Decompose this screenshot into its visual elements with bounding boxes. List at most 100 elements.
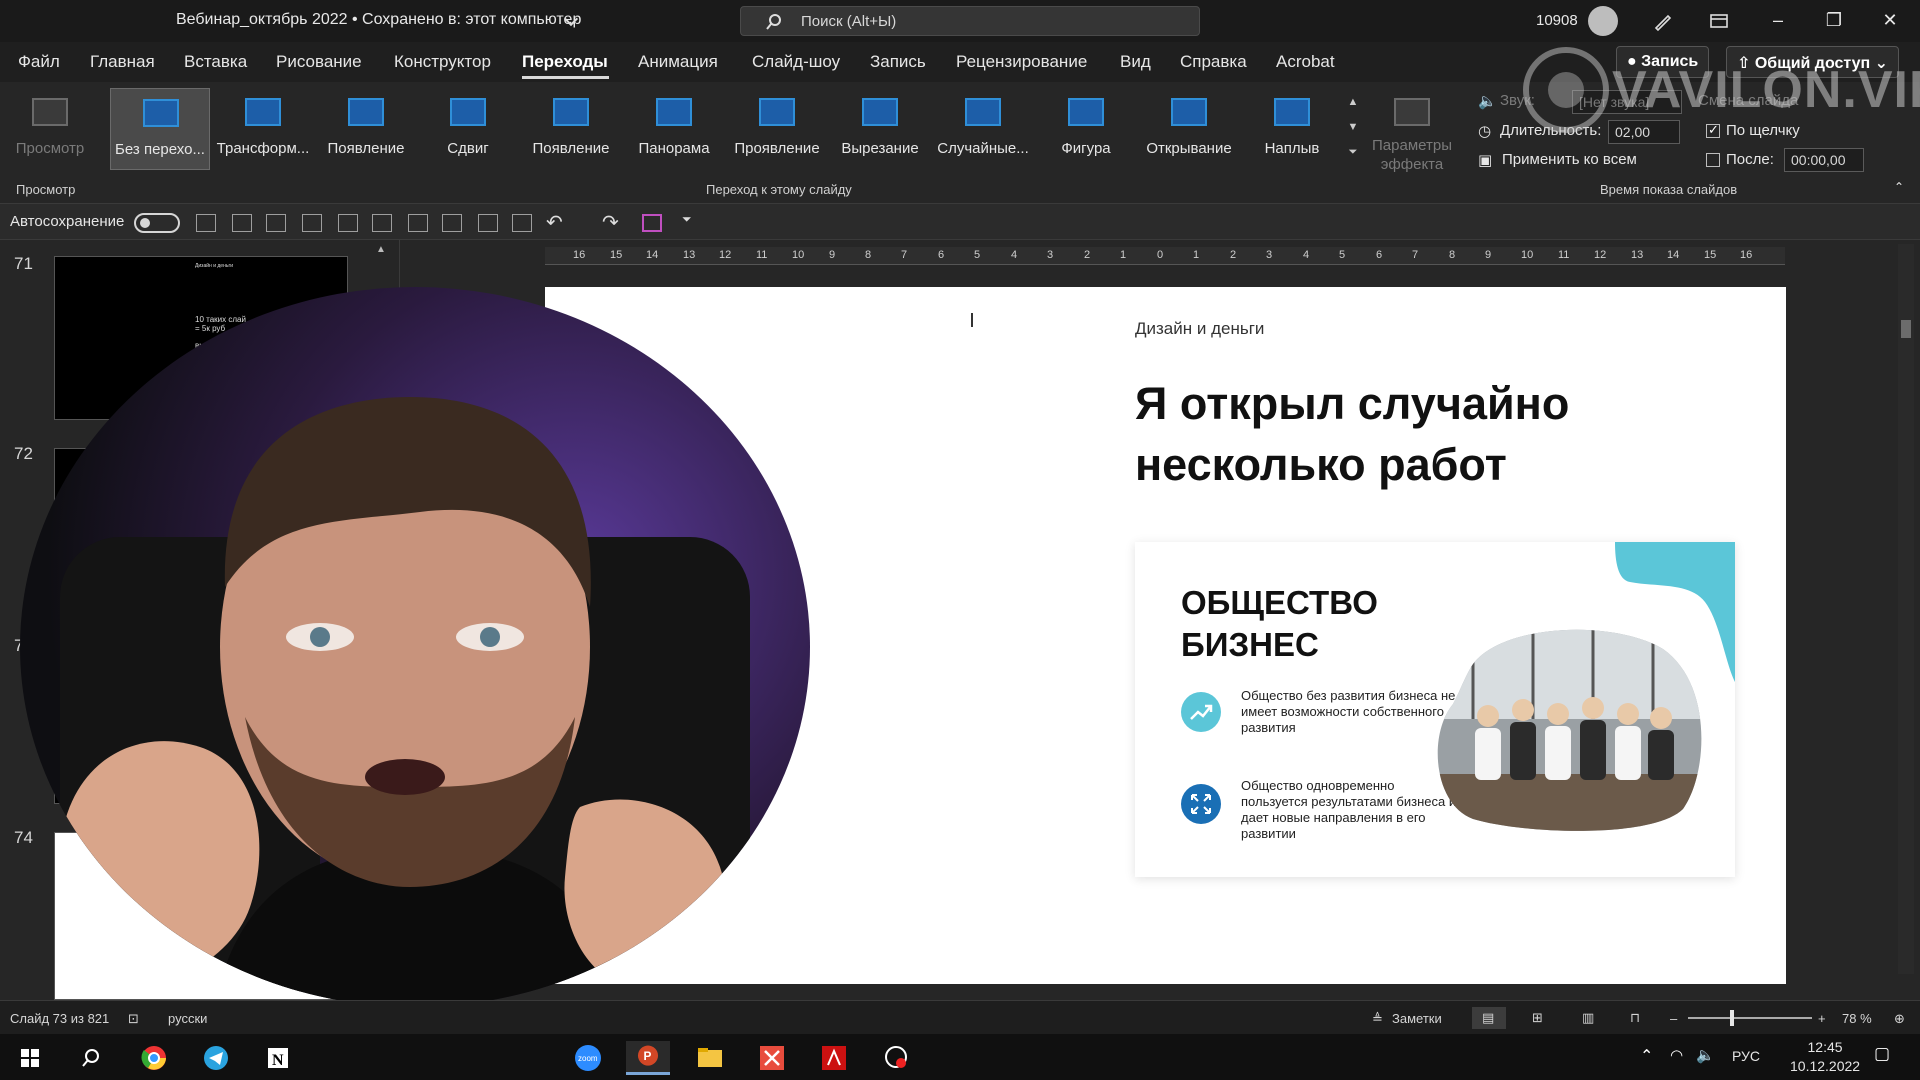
duration-field[interactable]: 02,00 (1608, 120, 1680, 144)
zoom-in-icon[interactable]: + (1818, 1011, 1826, 1026)
reading-view-button[interactable]: ▥ (1572, 1007, 1606, 1029)
search-icon[interactable] (68, 1041, 112, 1075)
transition-uncover[interactable]: Открывание (1139, 88, 1239, 170)
distribute-horizontal-icon[interactable] (512, 214, 532, 232)
align-right-icon[interactable] (372, 214, 392, 232)
zoom-out-icon[interactable]: – (1670, 1011, 1677, 1026)
search-box[interactable]: Поиск (Alt+Ы) (740, 6, 1200, 36)
transition-random-bars[interactable]: Случайные... (933, 88, 1033, 170)
slide-kicker[interactable]: Дизайн и деньги (1135, 319, 1264, 339)
zoom-slider[interactable] (1688, 1017, 1812, 1019)
tab-help[interactable]: Справка (1180, 52, 1247, 72)
share-button[interactable]: ⇧ Общий доступ ⌄ (1726, 46, 1900, 78)
align-center-icon[interactable] (442, 214, 462, 232)
arrange-icon[interactable] (196, 214, 216, 232)
autosave-toggle[interactable] (134, 213, 180, 233)
ribbon-display-icon[interactable] (1708, 10, 1730, 32)
close-icon[interactable]: ✕ (1878, 8, 1902, 32)
transition-cover[interactable]: Наплыв (1242, 88, 1342, 170)
tab-record[interactable]: Запись (870, 52, 926, 72)
language-indicator[interactable]: русски (168, 1011, 207, 1026)
slide-headline[interactable]: Я открыл случайно несколько работ (1135, 373, 1695, 495)
screen-recorder-icon[interactable] (874, 1041, 918, 1075)
zoom-icon[interactable]: zoom (566, 1041, 610, 1075)
scrollbar-thumb[interactable] (1901, 320, 1911, 338)
zoom-slider-thumb[interactable] (1730, 1010, 1734, 1026)
chrome-icon[interactable] (132, 1041, 176, 1075)
file-explorer-icon[interactable] (688, 1041, 732, 1075)
save-icon[interactable] (642, 214, 662, 232)
redo-icon[interactable]: ↷ (602, 210, 619, 235)
restore-icon[interactable]: ❐ (1822, 8, 1846, 32)
tab-draw[interactable]: Рисование (276, 52, 362, 72)
acrobat-icon[interactable] (812, 1041, 856, 1075)
slideshow-button[interactable]: ⊓ (1620, 1007, 1654, 1029)
ruler-tick: 8 (865, 249, 872, 261)
on-click-checkbox[interactable] (1706, 122, 1720, 138)
pen-icon[interactable] (1652, 10, 1674, 32)
volume-icon[interactable]: 🔈 (1696, 1046, 1715, 1064)
transition-wipe[interactable]: Появление (521, 88, 621, 170)
transition-none[interactable]: Без перехо... (110, 88, 210, 170)
apply-all-button[interactable]: Применить ко всем (1502, 151, 1637, 168)
notifications-icon[interactable]: ▢ (1874, 1044, 1890, 1064)
record-button[interactable]: ● Запись (1616, 46, 1710, 78)
preview-button[interactable]: Просмотр (0, 88, 100, 170)
customize-qat-icon[interactable]: ⏷ (682, 212, 692, 227)
tab-review[interactable]: Рецензирование (956, 52, 1087, 72)
notion-icon[interactable]: N (256, 1041, 300, 1075)
thumbs-scrollbar[interactable]: ▲ (376, 244, 390, 258)
after-checkbox[interactable] (1706, 153, 1720, 167)
align-left-icon[interactable] (338, 214, 358, 232)
align-bottom-icon[interactable] (302, 214, 322, 232)
distribute-vertical-icon[interactable] (478, 214, 498, 232)
effect-options-button[interactable]: Параметры эффекта (1362, 88, 1462, 173)
tab-acrobat[interactable]: Acrobat (1276, 52, 1335, 72)
collapse-ribbon-icon[interactable]: ⌃ (1894, 180, 1904, 194)
document-title[interactable]: Вебинар_октябрь 2022 • Сохранено в: этот… (176, 11, 581, 29)
tab-home[interactable]: Главная (90, 52, 155, 72)
zoom-level[interactable]: 78 % (1842, 1011, 1872, 1026)
align-middle-icon[interactable] (408, 214, 428, 232)
tab-file[interactable]: Файл (18, 52, 60, 72)
normal-view-button[interactable]: ▤ (1472, 1007, 1506, 1029)
xmind-icon[interactable] (750, 1041, 794, 1075)
tab-view[interactable]: Вид (1120, 52, 1151, 72)
transition-fade[interactable]: Появление (316, 88, 416, 170)
accessibility-icon[interactable]: ⊡ (128, 1011, 139, 1027)
tab-design[interactable]: Конструктор (394, 52, 491, 72)
tab-transitions[interactable]: Переходы (522, 52, 608, 72)
after-field[interactable]: 00:00,00 (1784, 148, 1864, 172)
transition-cut[interactable]: Вырезание (830, 88, 930, 170)
tray-chevron-icon[interactable]: ⌃ (1640, 1046, 1653, 1066)
keyboard-language[interactable]: РУС (1732, 1048, 1760, 1064)
notes-button[interactable]: Заметки (1392, 1011, 1442, 1026)
system-clock[interactable]: 12:45 10.12.2022 (1790, 1038, 1860, 1076)
record-label: Запись (1641, 53, 1699, 70)
minimize-icon[interactable]: – (1766, 8, 1790, 32)
group-icon[interactable] (232, 214, 252, 232)
avatar[interactable] (1588, 6, 1618, 36)
wifi-icon[interactable]: ◠ (1670, 1046, 1683, 1064)
undo-icon[interactable]: ↶ (546, 210, 563, 235)
fit-slide-icon[interactable]: ⊕ (1894, 1011, 1905, 1027)
embedded-slide-image[interactable]: ОБЩЕСТВО БИЗНЕС Общество без развития би… (1135, 542, 1735, 877)
tab-insert[interactable]: Вставка (184, 52, 247, 72)
transition-reveal[interactable]: Проявление (727, 88, 827, 170)
slide-sorter-button[interactable]: ⊞ (1522, 1007, 1556, 1029)
ruler-tick: 7 (1412, 249, 1419, 261)
transition-morph[interactable]: Трансформ... (213, 88, 313, 170)
transition-shape[interactable]: Фигура (1036, 88, 1136, 170)
transition-pan[interactable]: Панорама (624, 88, 724, 170)
ruler-tick: 3 (1047, 249, 1054, 261)
align-top-icon[interactable] (266, 214, 286, 232)
sound-select[interactable]: [Нет звука] (1572, 90, 1682, 114)
tab-animations[interactable]: Анимация (638, 52, 718, 72)
tab-slideshow[interactable]: Слайд-шоу (752, 52, 840, 72)
gallery-scroll[interactable]: ▲ ▼ ⏷ (1346, 90, 1360, 166)
telegram-icon[interactable] (194, 1041, 238, 1075)
windows-start-icon[interactable] (8, 1041, 52, 1075)
slide-scrollbar[interactable] (1898, 244, 1914, 974)
powerpoint-icon[interactable]: P (626, 1041, 670, 1075)
transition-push[interactable]: Сдвиг (418, 88, 518, 170)
